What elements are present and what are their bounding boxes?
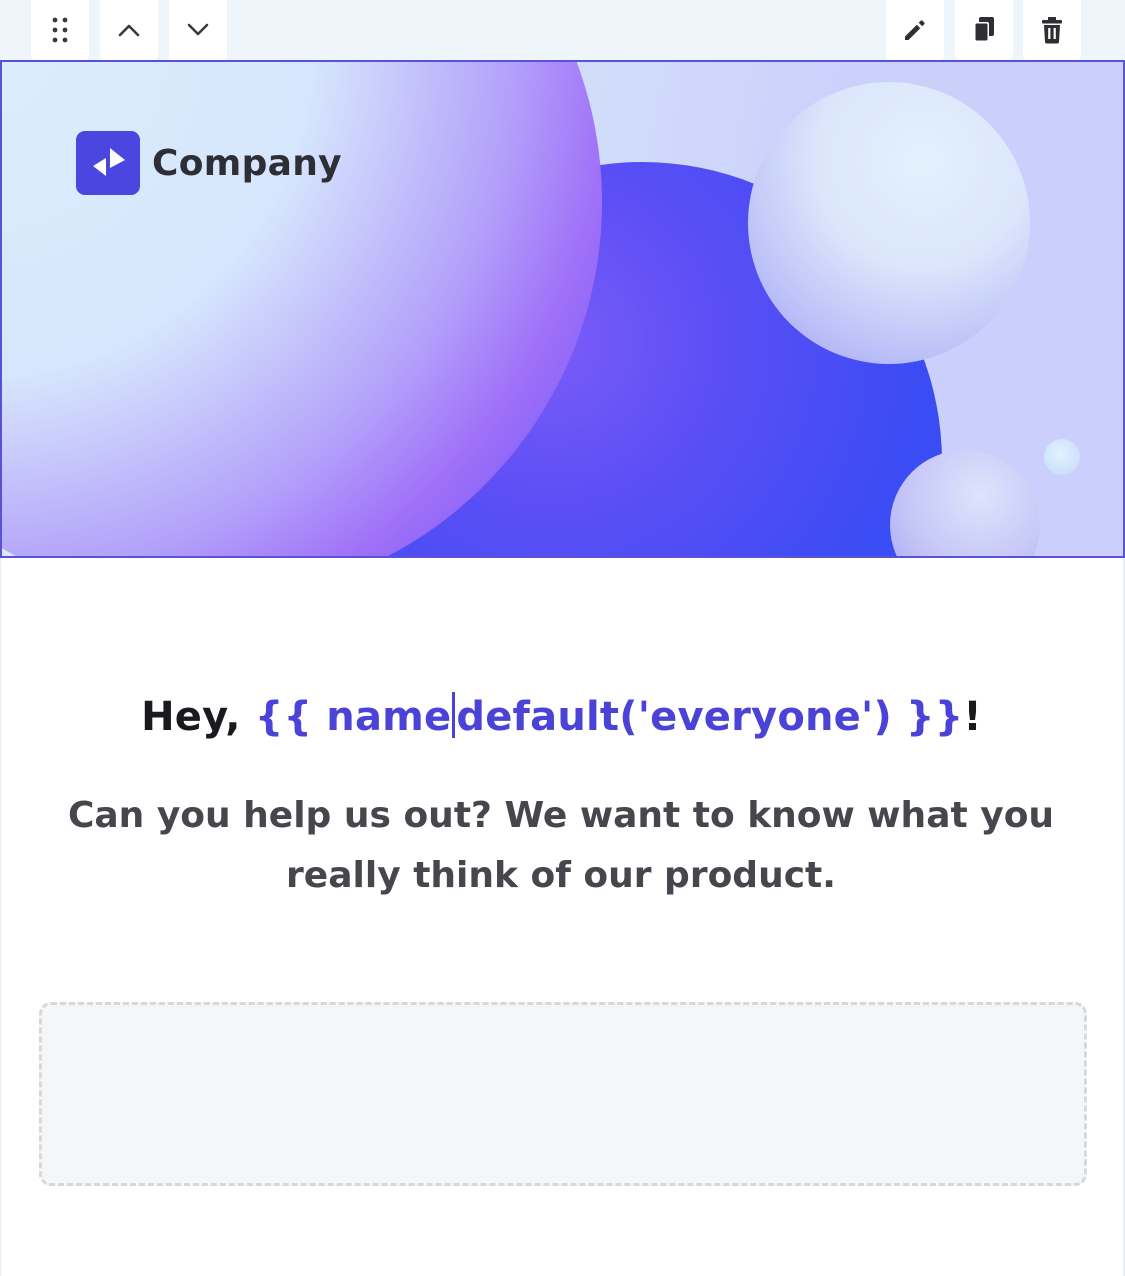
company-logo: Company: [76, 131, 342, 195]
logo-text: Company: [152, 142, 342, 184]
subtitle-text[interactable]: Can you help us out? We want to know wha…: [61, 786, 1061, 906]
header-image-block[interactable]: Company: [0, 60, 1125, 558]
merge-variable-part: {{ name: [254, 694, 452, 740]
drag-handle-icon: [52, 17, 68, 43]
block-toolbar: [0, 0, 1125, 60]
merge-variable[interactable]: {{ name default('everyone') }}: [254, 692, 964, 740]
greeting-suffix: !: [963, 694, 982, 740]
text-cursor: [452, 692, 456, 738]
empty-block-dropzone[interactable]: [39, 1002, 1087, 1186]
duplicate-button[interactable]: [955, 0, 1013, 60]
logo-mark-icon: [76, 131, 140, 195]
trash-icon: [1042, 17, 1062, 44]
email-body: Hey, {{ name default('everyone') }}! Can …: [0, 558, 1125, 1276]
decorative-sphere: [1044, 439, 1080, 475]
edit-button[interactable]: [886, 0, 944, 60]
decorative-sphere: [748, 82, 1030, 364]
pencil-icon: [905, 20, 925, 40]
greeting-prefix: Hey,: [141, 694, 255, 740]
chevron-down-icon: [187, 23, 209, 36]
move-up-button[interactable]: [100, 0, 158, 60]
duplicate-icon: [974, 17, 994, 42]
chevron-up-icon: [118, 24, 140, 37]
drag-handle-button[interactable]: [31, 0, 89, 60]
delete-button[interactable]: [1023, 0, 1081, 60]
move-down-button[interactable]: [169, 0, 227, 60]
greeting-heading[interactable]: Hey, {{ name default('everyone') }}!: [1, 692, 1122, 740]
merge-variable-part: default('everyone') }}: [456, 694, 964, 740]
